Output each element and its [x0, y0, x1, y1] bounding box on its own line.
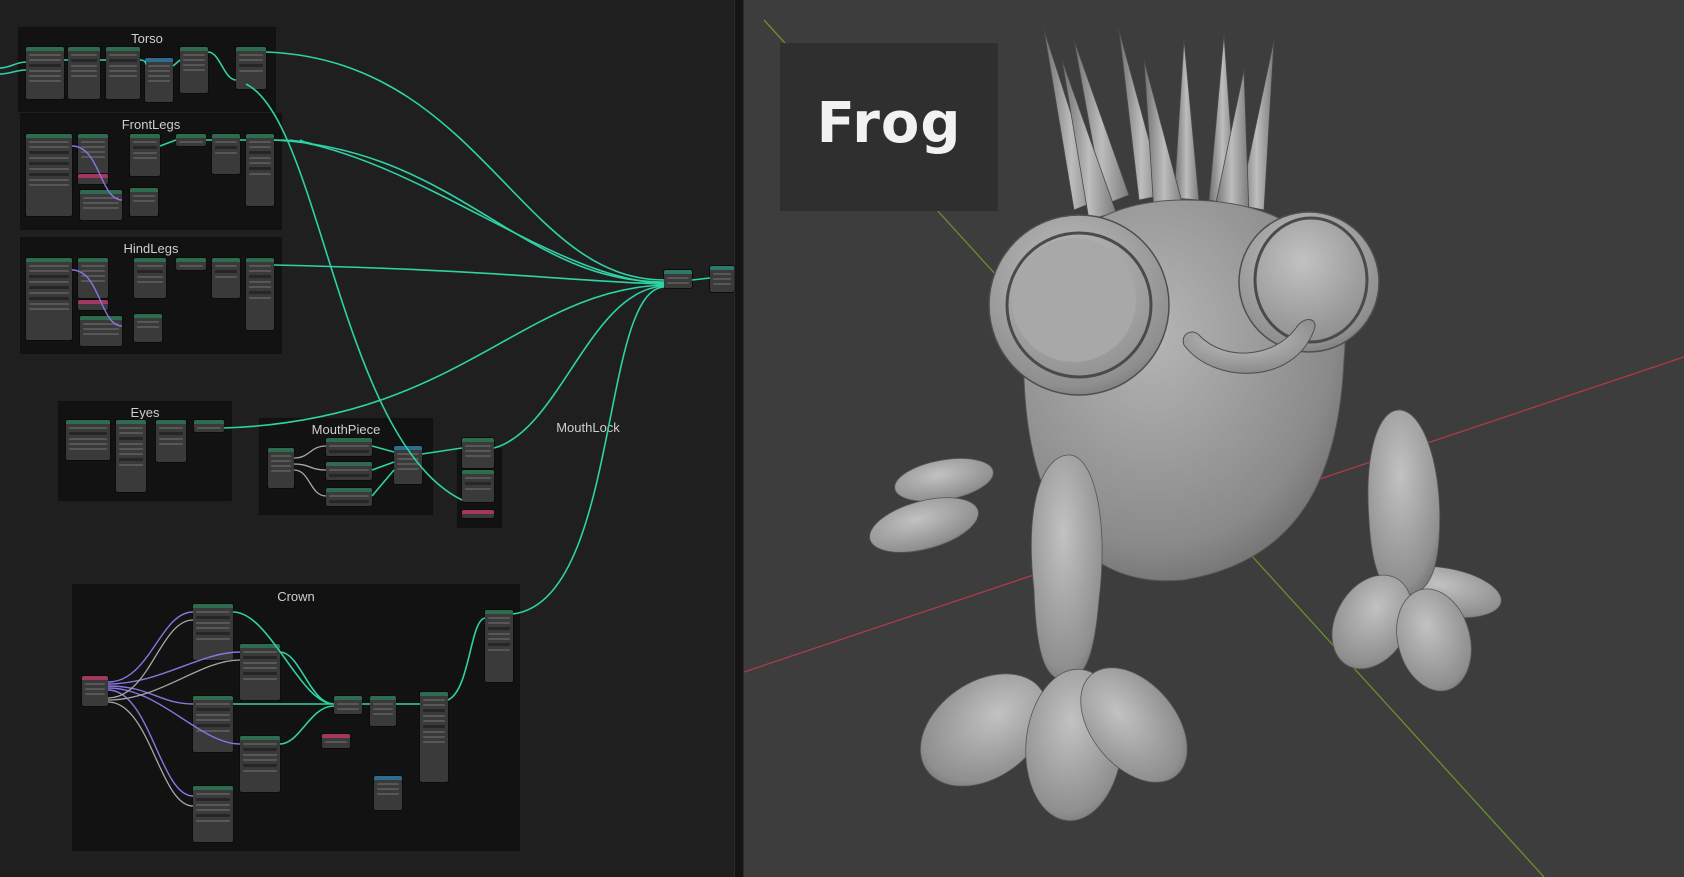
node-eyes-1[interactable]: [66, 420, 110, 460]
wire-crown-join: [512, 286, 665, 615]
node-frontlegs-7[interactable]: [176, 134, 206, 146]
node-torso-1[interactable]: [26, 47, 64, 99]
node-hindlegs-1[interactable]: [26, 258, 72, 340]
wire-join-output: [691, 277, 711, 281]
node-frontlegs-3[interactable]: [78, 174, 108, 184]
viewport-title-box: Frog: [780, 43, 998, 211]
node-crown-b1[interactable]: [370, 696, 396, 726]
node-hindlegs-4[interactable]: [80, 316, 122, 346]
node-frontlegs-9[interactable]: [246, 134, 274, 206]
wire-frontlegs-join: [273, 139, 665, 283]
node-mouthpiece-1[interactable]: [268, 448, 294, 488]
node-crown-a2[interactable]: [240, 644, 280, 700]
node-frontlegs-5[interactable]: [130, 134, 160, 176]
node-crown-out[interactable]: [485, 610, 513, 682]
node-crown-b3[interactable]: [374, 776, 402, 810]
node-mouthpiece-2[interactable]: [326, 438, 372, 456]
node-crown-a4[interactable]: [240, 736, 280, 792]
node-mouthlock-2[interactable]: [462, 470, 494, 502]
node-hindlegs-5[interactable]: [134, 258, 166, 298]
3d-viewport[interactable]: Frog: [744, 0, 1684, 877]
node-crown-a1[interactable]: [193, 604, 233, 660]
node-hindlegs-3[interactable]: [78, 300, 108, 310]
node-torso-2[interactable]: [68, 47, 100, 99]
wire-hindlegs-join: [273, 264, 665, 285]
node-frontlegs-8[interactable]: [212, 134, 240, 174]
node-mouthlock-1[interactable]: [462, 438, 494, 468]
node-hindlegs-9[interactable]: [246, 258, 274, 330]
frame-label-mouthpiece: MouthPiece: [311, 422, 381, 437]
node-hindlegs-6[interactable]: [134, 314, 162, 342]
node-frontlegs-6[interactable]: [130, 188, 158, 216]
node-hindlegs-2[interactable]: [78, 258, 108, 298]
node-mouthlock-3[interactable]: [462, 510, 494, 518]
node-crown-join[interactable]: [334, 696, 362, 714]
front-feet: [919, 574, 1472, 822]
node-crown-input-1[interactable]: [82, 676, 108, 706]
area-divider[interactable]: [734, 0, 744, 877]
node-crown-a3[interactable]: [193, 696, 233, 752]
node-mouthpiece-3[interactable]: [326, 462, 372, 480]
node-frontlegs-4[interactable]: [80, 190, 122, 220]
node-crown-b2[interactable]: [420, 692, 448, 782]
node-group-output[interactable]: [710, 266, 734, 292]
frame-label-torso: Torso: [131, 31, 163, 46]
frame-crown[interactable]: Crown: [72, 584, 520, 851]
wire-eyes-join: [223, 284, 665, 429]
wire-frontlegs-join-2: [289, 139, 665, 284]
node-crown-a5[interactable]: [193, 786, 233, 842]
viewport-title: Frog: [816, 91, 962, 156]
node-torso-3[interactable]: [106, 47, 140, 99]
node-mouthpiece-5[interactable]: [394, 446, 422, 484]
node-torso-4[interactable]: [145, 58, 173, 102]
frame-label-mouthlock: MouthLock: [556, 420, 620, 435]
node-eyes-4[interactable]: [194, 420, 224, 432]
wire-torso-join: [265, 51, 665, 281]
node-frontlegs-1[interactable]: [26, 134, 72, 216]
node-eyes-2[interactable]: [116, 420, 146, 492]
node-frontlegs-2[interactable]: [78, 134, 108, 178]
node-torso-5[interactable]: [180, 47, 208, 93]
node-join-geometry[interactable]: [664, 270, 692, 288]
frame-label-crown: Crown: [277, 589, 315, 604]
node-mouthpiece-4[interactable]: [326, 488, 372, 506]
node-crown-attr[interactable]: [322, 734, 350, 748]
node-hindlegs-8[interactable]: [212, 258, 240, 298]
node-torso-6[interactable]: [236, 47, 266, 89]
node-editor[interactable]: Torso FrontLegs HindLegs Eyes MouthPiece…: [0, 0, 734, 877]
left-eye: [988, 214, 1170, 396]
frame-label-frontlegs: FrontLegs: [121, 117, 181, 132]
node-eyes-3[interactable]: [156, 420, 186, 462]
frame-label-eyes: Eyes: [130, 405, 160, 420]
node-hindlegs-7[interactable]: [176, 258, 206, 270]
crown-spikes: [1043, 29, 1275, 221]
frame-label-hindlegs: HindLegs: [123, 241, 179, 256]
